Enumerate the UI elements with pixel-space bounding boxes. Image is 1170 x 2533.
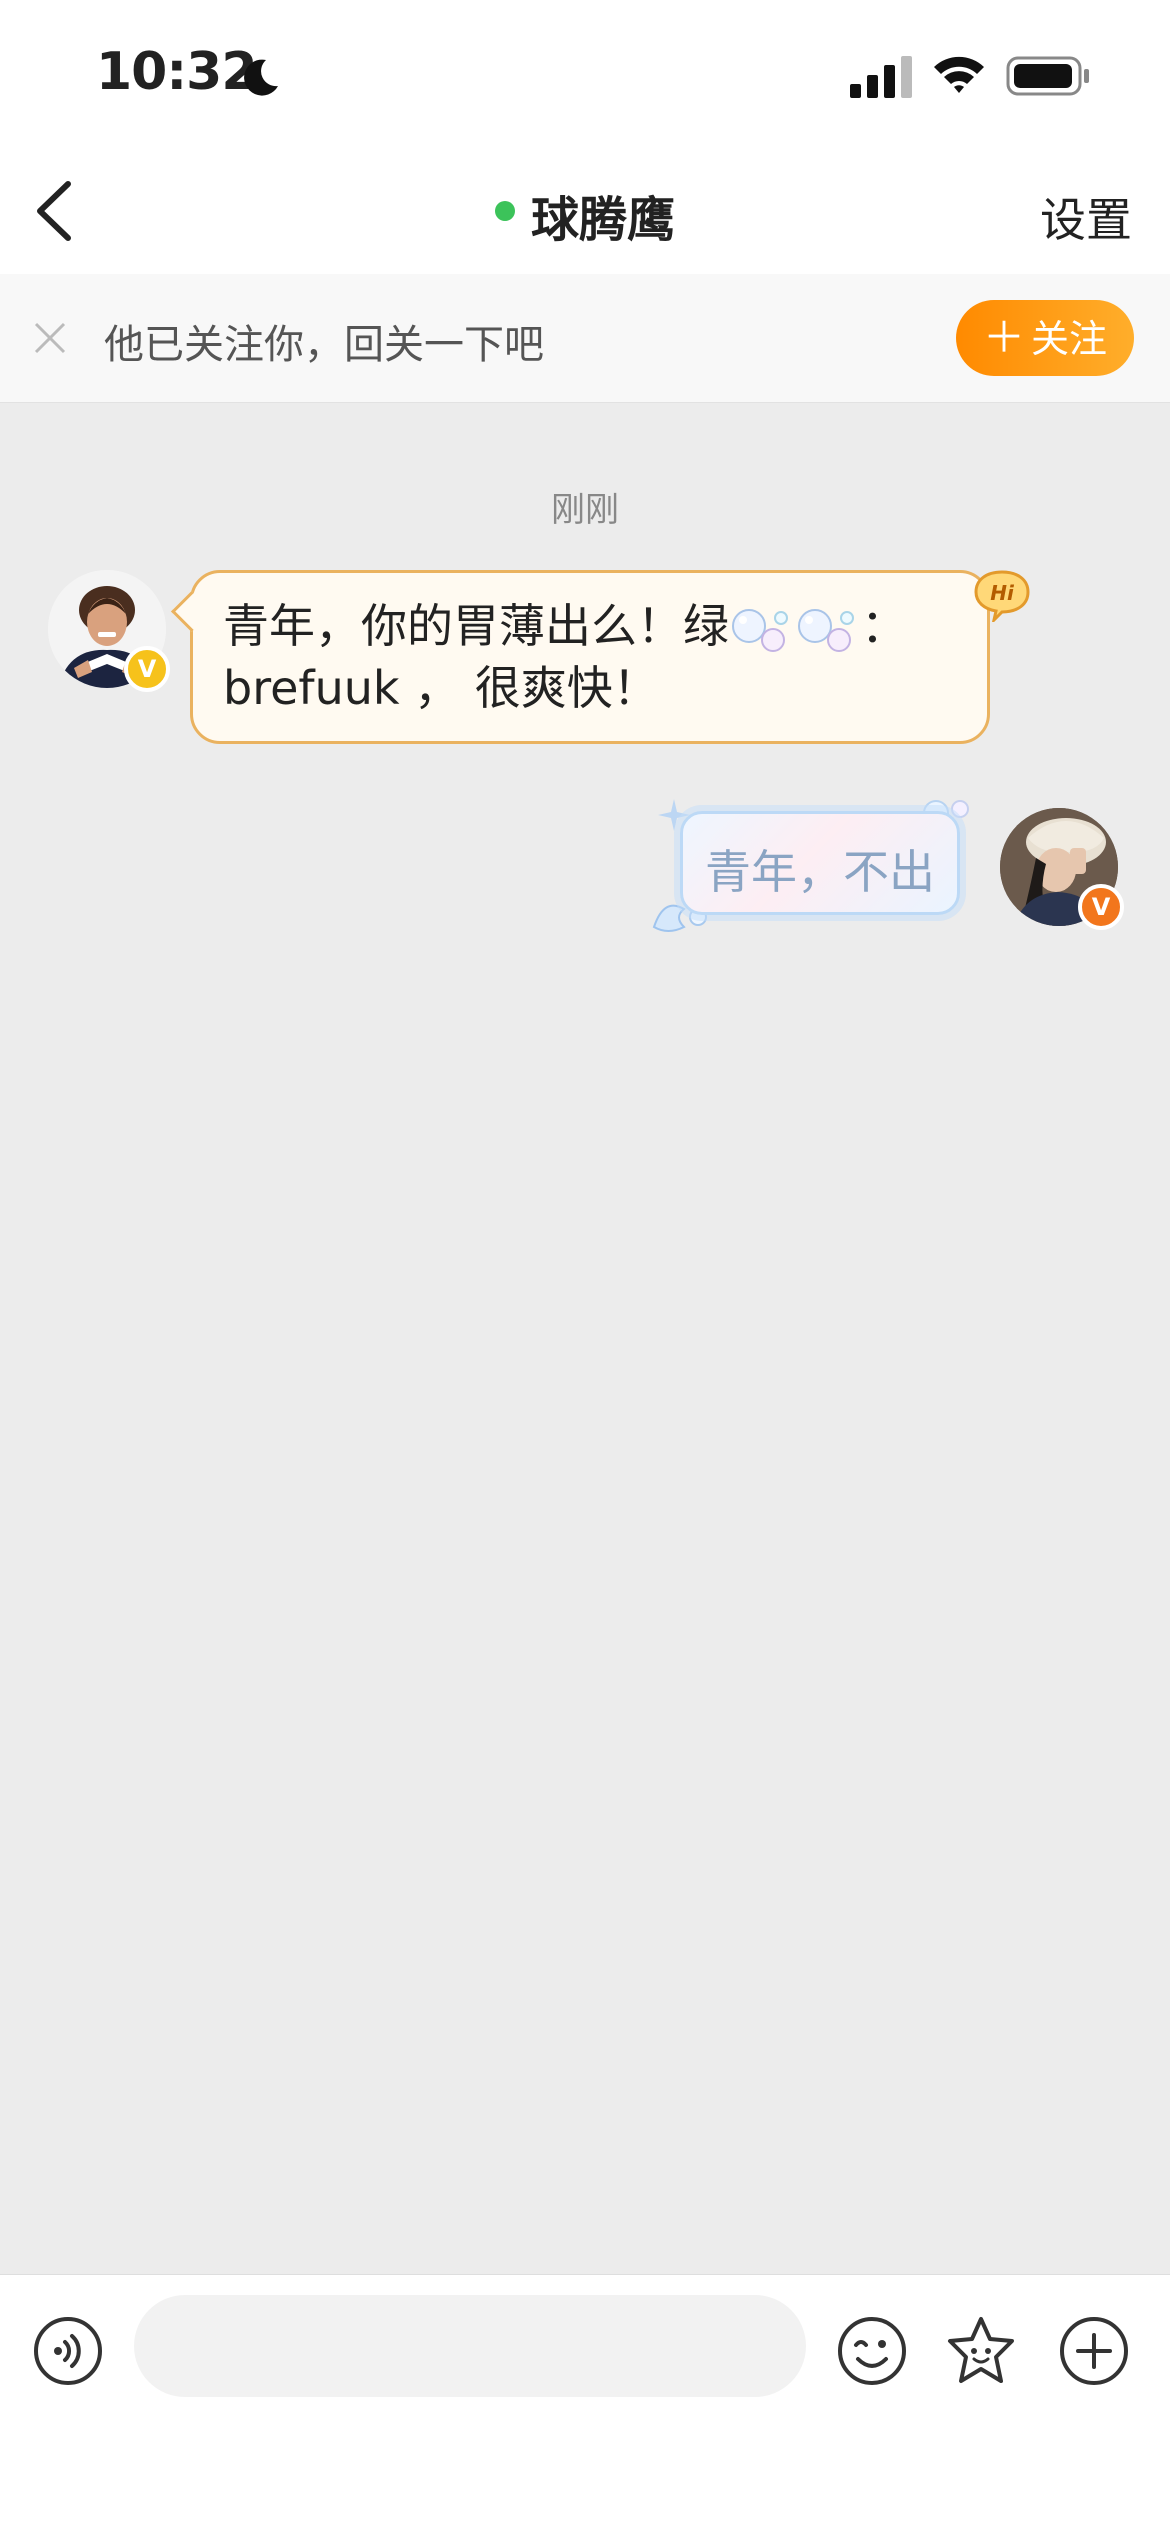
wifi-icon: [934, 56, 984, 93]
contact-name: 球腾鹰: [530, 192, 675, 248]
message-text-part2: ：: [861, 599, 907, 653]
message-timestamp: 刚刚: [551, 490, 619, 530]
cellular-signal-icon: [850, 56, 912, 98]
bubble-tail: [170, 590, 213, 633]
incoming-message-text: 青年，你的胃薄出么！绿 ： brefuuk ， 很爽快！: [223, 595, 963, 719]
message-input-bar: [0, 2274, 1170, 2533]
bubbles-emoji-icon: [798, 608, 854, 652]
conversation-title: 球腾鹰: [0, 180, 1170, 250]
status-time: 10:32: [96, 42, 258, 102]
message-text-line2: brefuuk ， 很爽快！: [223, 661, 659, 715]
outgoing-message-text: 青年，不出: [705, 845, 935, 899]
battery-icon: [1006, 56, 1089, 96]
moon-icon: [244, 59, 278, 96]
verified-badge: V: [1078, 884, 1124, 930]
nav-bar: 球腾鹰 设置: [0, 150, 1170, 275]
status-bar: 10:32: [0, 0, 1170, 150]
hi-sticker-icon: Hi: [974, 570, 1030, 622]
follow-button[interactable]: ＋关注: [956, 300, 1134, 376]
plus-circle-icon[interactable]: [1058, 2315, 1130, 2387]
follow-back-banner: 他已关注你，回关一下吧 ＋关注: [0, 274, 1170, 403]
follow-back-text: 他已关注你，回关一下吧: [104, 322, 544, 368]
incoming-message-bubble[interactable]: 青年，你的胃薄出么！绿 ： brefuuk ， 很爽快！: [170, 570, 990, 744]
sticker-icon[interactable]: [944, 2315, 1018, 2387]
follow-plus: ＋: [982, 313, 1025, 362]
follow-button-label: 关注: [1031, 317, 1108, 361]
outgoing-message-wrap: 青年，不出: [650, 795, 980, 937]
message-input[interactable]: [134, 2295, 806, 2397]
message-text-part1: 青年，你的胃薄出么！绿: [223, 599, 729, 653]
outgoing-message-bubble[interactable]: 青年，不出: [680, 811, 960, 915]
settings-button[interactable]: 设置: [1040, 184, 1132, 250]
verified-badge: V: [124, 646, 170, 692]
voice-icon[interactable]: [32, 2315, 104, 2387]
emoji-icon[interactable]: [836, 2315, 908, 2387]
hi-sticker-text: Hi: [990, 581, 1015, 605]
online-status-dot: [494, 201, 515, 221]
bubbles-emoji-icon: [732, 608, 788, 652]
close-icon[interactable]: [32, 320, 68, 356]
